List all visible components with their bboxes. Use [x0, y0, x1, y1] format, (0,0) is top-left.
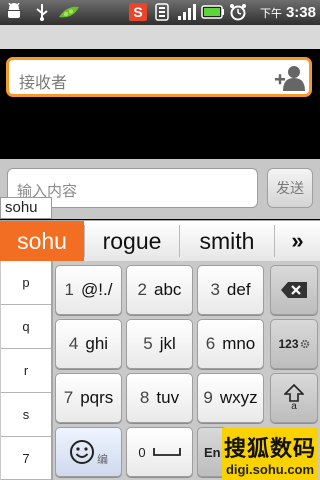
side-key-p[interactable]: p — [1, 261, 51, 305]
candidate-sohu[interactable]: sohu — [0, 221, 84, 261]
key-4[interactable]: 4 ghi — [55, 319, 122, 369]
backspace-key[interactable] — [270, 265, 318, 315]
shift-arrow-icon — [284, 384, 304, 402]
key-2[interactable]: 2 abc — [126, 265, 193, 315]
status-bar: S 下午 3:38 — [0, 0, 320, 25]
key-7-number: 7 — [63, 388, 74, 407]
key-7-letters: pqrs — [80, 388, 114, 407]
wifi-icon — [152, 3, 172, 21]
key-8[interactable]: 8 tuv — [126, 373, 193, 423]
clock-ampm: 下午 — [259, 8, 282, 20]
number-mode-key[interactable]: 123 — [270, 319, 318, 369]
signal-icon — [176, 3, 198, 21]
status-clock: 下午 3:38 — [260, 4, 316, 21]
key-4-letters: ghi — [85, 334, 109, 353]
recipient-placeholder: 接收者 — [19, 73, 68, 92]
ime-composition-text: sohu — [0, 197, 52, 219]
usb-icon — [32, 3, 52, 21]
candidate-bar: sohu rogue smith » — [0, 220, 320, 261]
key-5-letters: jkl — [159, 334, 176, 353]
key-5[interactable]: 5 jkl — [126, 319, 193, 369]
watermark-title: 搜狐数码 — [223, 437, 316, 462]
key-6[interactable]: 6 mno — [197, 319, 264, 369]
key-8-letters: tuv — [156, 388, 180, 407]
settings-gear-icon — [300, 339, 309, 349]
key-9-number: 9 — [203, 388, 213, 407]
usb-debugging-icon — [4, 3, 24, 21]
key-2-number: 2 — [137, 280, 148, 299]
number-mode-label: 123 — [278, 337, 299, 351]
send-button[interactable]: 发送 — [267, 168, 313, 208]
svg-text:S: S — [133, 4, 142, 20]
side-key-r[interactable]: r — [1, 349, 51, 393]
key-3[interactable]: 3 def — [197, 265, 264, 315]
key-2-letters: abc — [154, 280, 182, 299]
shift-key[interactable]: a — [270, 373, 318, 423]
key-0-space[interactable]: 0 — [126, 427, 193, 477]
key-6-letters: mno — [222, 334, 256, 353]
key-7[interactable]: 7 pqrs — [55, 373, 122, 423]
side-list-scrollbar — [51, 261, 53, 480]
key-4-number: 4 — [68, 334, 79, 353]
backspace-icon — [281, 282, 307, 298]
more-candidates-icon[interactable]: » — [275, 221, 320, 261]
key-1[interactable]: 1 @!./ — [55, 265, 122, 315]
watermark-url: digi.sohu.com — [225, 462, 315, 477]
key-9-letters: wxyz — [219, 388, 258, 407]
key-1-letters: @!./ — [81, 280, 113, 299]
side-key-q[interactable]: q — [1, 305, 51, 349]
key-3-number: 3 — [210, 280, 220, 299]
sohu-s-icon: S — [128, 3, 148, 21]
emoji-key[interactable]: 编 — [55, 427, 122, 477]
clock-time: 3:38 — [285, 4, 316, 21]
smiley-icon — [70, 440, 94, 464]
side-key-s[interactable]: s — [1, 393, 51, 437]
recipient-field[interactable]: 接收者 — [6, 57, 312, 97]
key-3-letters: def — [226, 280, 251, 299]
key-8-number: 8 — [139, 388, 150, 407]
key-0-number: 0 — [138, 444, 146, 460]
candidate-rogue[interactable]: rogue — [85, 221, 179, 261]
key-5-number: 5 — [143, 334, 153, 353]
alarm-icon — [228, 3, 248, 21]
pea-pod-icon — [56, 3, 82, 21]
key-9[interactable]: 9 wxyz — [197, 373, 264, 423]
candidate-smith[interactable]: smith — [180, 221, 274, 261]
shift-sub-label: a — [291, 401, 297, 412]
space-bar-icon — [152, 448, 181, 456]
battery-icon — [201, 3, 225, 21]
sohu-digital-watermark: 搜狐数码 digi.sohu.com — [222, 428, 318, 480]
key-1-number: 1 — [64, 280, 75, 299]
key-6-number: 6 — [205, 334, 216, 353]
title-band — [0, 25, 320, 49]
emoji-sub-label: 编 — [97, 454, 108, 466]
enter-label: En — [204, 444, 221, 460]
add-contact-icon[interactable] — [275, 65, 305, 91]
side-key-7[interactable]: 7 — [1, 437, 51, 480]
